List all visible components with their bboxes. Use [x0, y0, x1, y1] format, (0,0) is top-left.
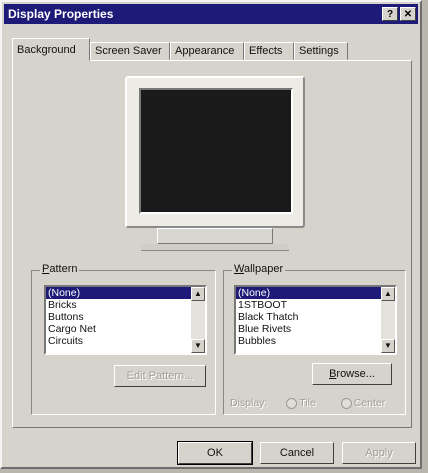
- pattern-label: Pattern: [40, 263, 80, 275]
- display-properties-window: Display Properties ? ✕ Background Screen…: [0, 0, 422, 469]
- scroll-down-arrow-icon[interactable]: ▼: [381, 339, 395, 353]
- display-label: Display:: [230, 397, 268, 409]
- list-item[interactable]: Buttons: [46, 311, 205, 323]
- list-item[interactable]: Blue Rivets: [236, 323, 395, 335]
- monitor-base: [141, 244, 289, 251]
- list-item[interactable]: Cargo Net: [46, 323, 205, 335]
- tab-settings[interactable]: Settings: [294, 42, 348, 60]
- wallpaper-scrollbar[interactable]: ▲ ▼: [381, 287, 395, 353]
- browse-button[interactable]: Browse...: [312, 363, 392, 385]
- help-icon: ?: [386, 9, 394, 20]
- tab-screen-saver[interactable]: Screen Saver: [90, 42, 170, 60]
- help-button[interactable]: ?: [382, 7, 398, 21]
- pattern-group: Pattern (None) Bricks Buttons Cargo Net …: [31, 263, 216, 415]
- preview-screen: [139, 88, 293, 214]
- center-radio[interactable]: Center: [340, 397, 385, 409]
- monitor-stand: [157, 228, 273, 244]
- cancel-button[interactable]: Cancel: [260, 442, 334, 464]
- list-item[interactable]: 1STBOOT: [236, 299, 395, 311]
- ok-button[interactable]: OK: [177, 441, 253, 465]
- scroll-up-arrow-icon[interactable]: ▲: [381, 287, 395, 301]
- list-item[interactable]: (None): [46, 287, 205, 299]
- close-icon: ✕: [403, 9, 413, 20]
- window-title: Display Properties: [8, 7, 114, 21]
- wallpaper-group: Wallpaper (None) 1STBOOT Black Thatch Bl…: [223, 263, 406, 415]
- tab-appearance[interactable]: Appearance: [170, 42, 244, 60]
- wallpaper-list[interactable]: (None) 1STBOOT Black Thatch Blue Rivets …: [234, 285, 397, 355]
- monitor-preview: [125, 76, 305, 228]
- tab-background[interactable]: Background: [12, 38, 90, 61]
- radio-icon: [340, 397, 352, 409]
- close-button[interactable]: ✕: [400, 7, 416, 21]
- list-item[interactable]: Bubbles: [236, 335, 395, 347]
- wallpaper-label: Wallpaper: [232, 263, 286, 275]
- title-bar[interactable]: Display Properties ? ✕: [4, 4, 418, 24]
- list-item[interactable]: Bricks: [46, 299, 205, 311]
- pattern-scrollbar[interactable]: ▲ ▼: [191, 287, 205, 353]
- background-panel: Pattern (None) Bricks Buttons Cargo Net …: [12, 60, 412, 428]
- list-item[interactable]: Circuits: [46, 335, 205, 347]
- list-item[interactable]: Black Thatch: [236, 311, 395, 323]
- edit-pattern-button[interactable]: Edit Pattern...: [114, 365, 206, 387]
- display-options: Display: Tile Center: [230, 397, 400, 409]
- radio-icon: [286, 397, 298, 409]
- tab-effects[interactable]: Effects: [244, 42, 294, 60]
- scroll-up-arrow-icon[interactable]: ▲: [191, 287, 205, 301]
- tile-radio[interactable]: Tile: [286, 397, 316, 409]
- pattern-list[interactable]: (None) Bricks Buttons Cargo Net Circuits…: [44, 285, 207, 355]
- apply-button[interactable]: Apply: [342, 442, 416, 464]
- list-item[interactable]: (None): [236, 287, 395, 299]
- scroll-down-arrow-icon[interactable]: ▼: [191, 339, 205, 353]
